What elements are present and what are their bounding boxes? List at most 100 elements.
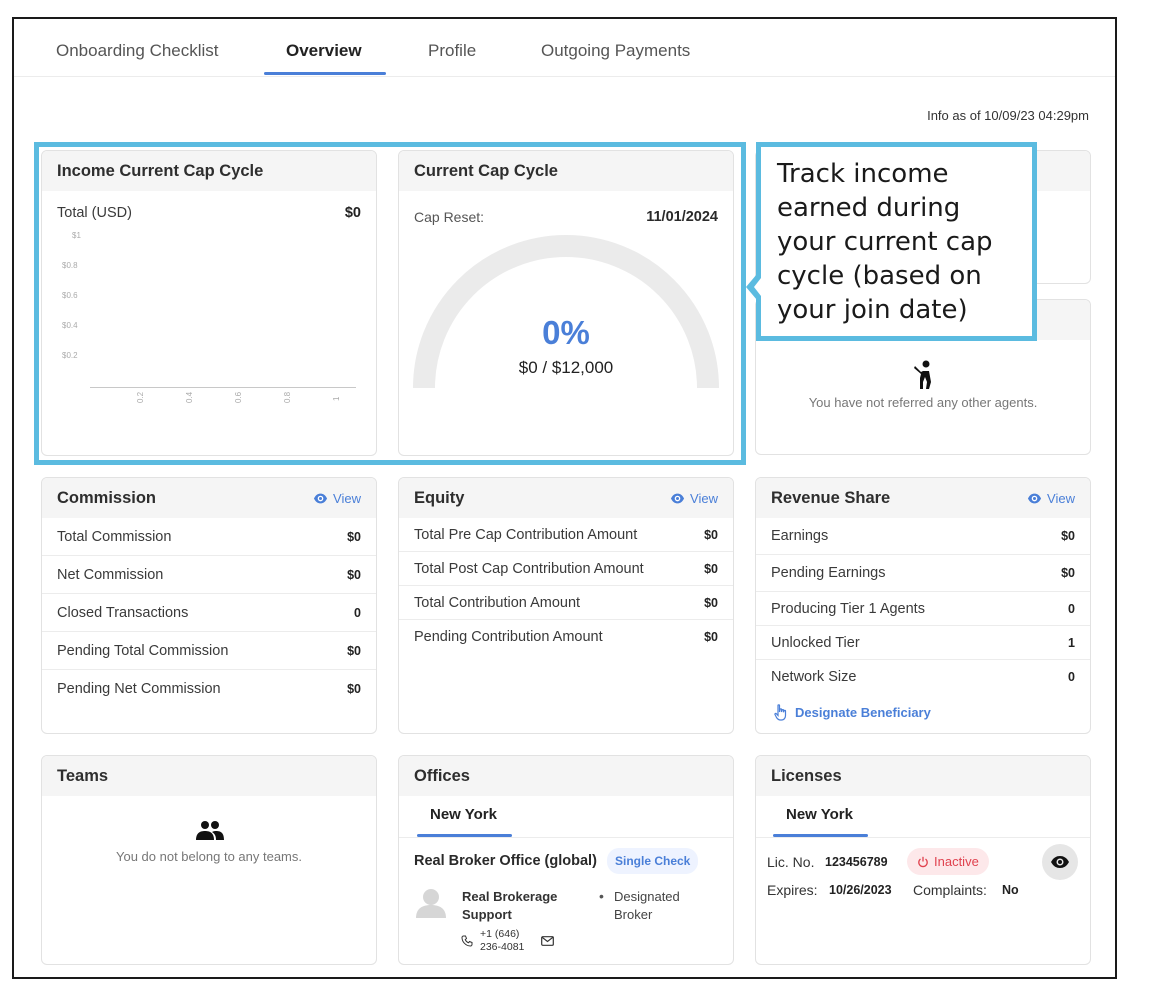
row-value: $0 bbox=[347, 682, 361, 696]
inactive-status-badge: Inactive bbox=[907, 848, 989, 875]
revenue-share-card: Revenue Share View Earnings $0 Pending Ea… bbox=[755, 477, 1091, 734]
row-label: Producing Tier 1 Agents bbox=[771, 600, 925, 617]
single-check-badge: Single Check bbox=[607, 848, 699, 874]
row-value: $0 bbox=[347, 643, 361, 658]
contact-name: Real Brokerage Support bbox=[462, 889, 558, 922]
row-value: 1 bbox=[1068, 635, 1075, 650]
commission-row: Net Commission $0 bbox=[42, 556, 376, 594]
commission-row: Pending Net Commission $0 bbox=[42, 670, 376, 708]
row-value: 0 bbox=[1068, 601, 1075, 616]
eye-icon bbox=[1027, 493, 1042, 503]
commission-view-label: View bbox=[333, 490, 361, 506]
row-value: $0 bbox=[704, 527, 718, 542]
revenue-view-button[interactable]: View bbox=[1027, 491, 1075, 506]
teams-card: Teams You do not belong to any teams. bbox=[41, 755, 377, 965]
teams-card-header: Teams bbox=[42, 756, 376, 796]
eye-icon bbox=[1051, 856, 1069, 868]
row-value: $0 bbox=[347, 567, 361, 582]
view-license-button[interactable] bbox=[1042, 844, 1078, 880]
revenue-row: Producing Tier 1 Agents 0 bbox=[756, 592, 1090, 626]
callout-pointer-inner bbox=[754, 278, 761, 296]
revenue-row: Earnings $0 bbox=[756, 518, 1090, 555]
power-icon bbox=[918, 856, 928, 867]
complaints-label: Complaints: bbox=[913, 882, 987, 898]
commission-row: Total Commission $0 bbox=[42, 518, 376, 556]
contact-phone: +1 (646) 236-4081 bbox=[480, 928, 525, 953]
avatar-icon bbox=[416, 889, 446, 918]
equity-card-title: Equity bbox=[414, 488, 465, 507]
row-value: $0 bbox=[1061, 566, 1075, 580]
designate-beneficiary-label: Designate Beneficiary bbox=[795, 705, 931, 720]
people-group-icon bbox=[196, 821, 224, 840]
row-label: Total Contribution Amount bbox=[414, 594, 581, 611]
row-label: Pending Earnings bbox=[771, 565, 886, 581]
highlight-box bbox=[34, 142, 746, 465]
commission-card-header: Commission View bbox=[42, 478, 376, 518]
callout-tooltip: Track income earned during your current … bbox=[756, 142, 1037, 341]
equity-row: Total Post Cap Contribution Amount $0 bbox=[399, 552, 733, 586]
row-label: Net Commission bbox=[57, 566, 164, 583]
tab-profile[interactable]: Profile bbox=[428, 41, 476, 61]
active-tab-indicator bbox=[264, 72, 386, 75]
revenue-card-header: Revenue Share View bbox=[756, 478, 1090, 518]
row-label: Pending Contribution Amount bbox=[414, 629, 603, 645]
commission-row: Pending Total Commission $0 bbox=[42, 632, 376, 670]
commission-view-button[interactable]: View bbox=[313, 491, 361, 506]
row-label: Total Commission bbox=[57, 528, 172, 545]
revenue-row: Pending Earnings $0 bbox=[756, 555, 1090, 592]
row-value: $0 bbox=[704, 630, 718, 644]
tab-outgoing-payments[interactable]: Outgoing Payments bbox=[541, 41, 690, 61]
row-label: Closed Transactions bbox=[57, 604, 189, 621]
equity-row: Total Pre Cap Contribution Amount $0 bbox=[399, 518, 733, 552]
tab-onboarding-checklist[interactable]: Onboarding Checklist bbox=[56, 41, 219, 61]
eye-icon bbox=[670, 493, 685, 503]
licenses-tab-separator bbox=[756, 837, 1090, 838]
revenue-row: Network Size 0 bbox=[756, 660, 1090, 694]
tab-bar: Onboarding Checklist Overview Profile Ou… bbox=[14, 19, 1115, 77]
contact-role: Designated Broker bbox=[614, 889, 680, 922]
equity-card-header: Equity View bbox=[399, 478, 733, 518]
row-value: 0 bbox=[354, 605, 361, 620]
app-frame: Onboarding Checklist Overview Profile Ou… bbox=[12, 17, 1117, 979]
row-label: Pending Net Commission bbox=[57, 681, 221, 697]
license-number-label: Lic. No. bbox=[767, 854, 815, 870]
referrals-empty-message: You have not referred any other agents. bbox=[808, 395, 1038, 410]
revenue-card-title: Revenue Share bbox=[771, 488, 891, 507]
licenses-card: Licenses New York Lic. No. 123456789 Ina… bbox=[755, 755, 1091, 965]
licenses-card-title: Licenses bbox=[771, 766, 842, 785]
email-icon[interactable] bbox=[541, 936, 554, 946]
licenses-tab-new-york[interactable]: New York bbox=[786, 806, 853, 823]
offices-card: Offices New York Real Broker Office (glo… bbox=[398, 755, 734, 965]
row-label: Network Size bbox=[771, 669, 857, 685]
complaints-value: No bbox=[1002, 883, 1019, 897]
phone-icon[interactable] bbox=[461, 935, 473, 947]
row-label: Total Post Cap Contribution Amount bbox=[414, 560, 644, 577]
offices-tab-separator bbox=[399, 837, 733, 838]
designate-beneficiary-link[interactable]: Designate Beneficiary bbox=[774, 704, 931, 721]
equity-card: Equity View Total Pre Cap Contribution A… bbox=[398, 477, 734, 734]
row-label: Total Pre Cap Contribution Amount bbox=[414, 526, 638, 543]
teams-empty-message: You do not belong to any teams. bbox=[116, 849, 302, 864]
commission-card-title: Commission bbox=[57, 488, 157, 507]
commission-row: Closed Transactions 0 bbox=[42, 594, 376, 632]
row-value: $0 bbox=[347, 529, 361, 544]
commission-card: Commission View Total Commission $0 Net C… bbox=[41, 477, 377, 734]
offices-card-header: Offices bbox=[399, 756, 733, 796]
eye-icon bbox=[313, 493, 328, 503]
teams-card-title: Teams bbox=[57, 766, 109, 785]
license-number: 123456789 bbox=[825, 855, 888, 869]
equity-view-button[interactable]: View bbox=[670, 491, 718, 506]
row-value: $0 bbox=[704, 595, 718, 610]
equity-row: Total Contribution Amount $0 bbox=[399, 586, 733, 620]
contact-role-bullet: • bbox=[599, 888, 604, 904]
office-name: Real Broker Office (global) bbox=[414, 853, 597, 869]
tab-overview[interactable]: Overview bbox=[286, 41, 362, 61]
row-label: Earnings bbox=[771, 528, 829, 544]
inactive-status-label: Inactive bbox=[934, 854, 979, 869]
equity-row: Pending Contribution Amount $0 bbox=[399, 620, 733, 654]
offices-card-title: Offices bbox=[414, 766, 470, 785]
row-label: Pending Total Commission bbox=[57, 642, 229, 659]
licenses-card-header: Licenses bbox=[756, 756, 1090, 796]
offices-tab-new-york[interactable]: New York bbox=[430, 806, 497, 823]
row-value: $0 bbox=[1061, 529, 1075, 543]
